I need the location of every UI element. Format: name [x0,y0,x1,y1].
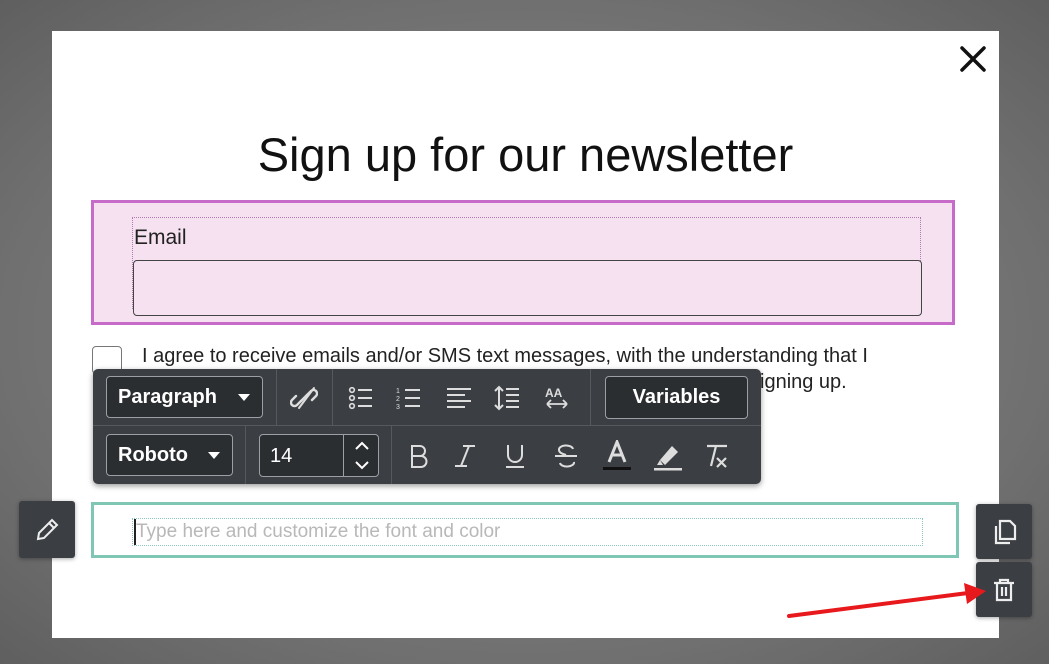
block-type-dropdown[interactable]: Paragraph [106,376,263,418]
chevron-down-icon [238,394,250,401]
font-size-value[interactable]: 14 [270,445,292,468]
svg-text:3: 3 [396,404,400,411]
toolbar-separator [245,425,246,484]
highlight-button[interactable] [650,438,686,474]
toolbar-separator [391,425,392,484]
font-size-stepper-buttons[interactable] [343,435,379,476]
bold-button[interactable] [400,438,436,474]
variables-button[interactable]: Variables [605,376,748,419]
numbered-list-button[interactable]: 1 2 3 [391,380,427,416]
font-size-stepper[interactable]: 14 [259,434,379,477]
duplicate-block-button[interactable] [976,504,1032,559]
underline-button[interactable] [497,438,533,474]
block-type-value: Paragraph [118,385,217,408]
bullet-list-button[interactable] [343,380,379,416]
trash-icon [994,578,1014,601]
duplicate-icon [994,519,1017,544]
align-left-button[interactable] [441,380,477,416]
email-label: Email [134,226,187,249]
clear-format-icon [707,444,727,468]
text-block[interactable]: Type here and customize the font and col… [91,502,959,558]
font-family-dropdown[interactable]: Roboto [106,434,233,476]
svg-text:AA: AA [545,386,563,400]
edit-block-button[interactable] [19,501,75,558]
strikethrough-button[interactable] [548,438,584,474]
consent-text-line-1: I agree to receive emails and/or SMS tex… [142,345,868,367]
svg-text:2: 2 [396,396,400,403]
text-format-toolbar: Paragraph 1 2 3 AA Variables Roboto 14 [93,369,761,484]
close-icon [960,46,986,72]
text-color-icon [603,440,631,470]
consent-text-line-2: igning up. [760,371,847,393]
letter-spacing-button[interactable]: AA [539,380,575,416]
line-height-button[interactable] [489,380,525,416]
line-height-icon [494,385,519,411]
clear-format-button[interactable] [698,438,734,474]
pencil-icon [36,518,59,540]
delete-block-button[interactable] [976,562,1032,617]
bullet-list-icon [348,386,372,410]
text-color-button[interactable] [599,438,635,474]
toolbar-separator [332,369,333,425]
italic-button[interactable] [447,438,483,474]
letter-spacing-icon: AA [545,386,568,409]
text-block-placeholder[interactable]: Type here and customize the font and col… [136,521,500,543]
page-title: Sign up for our newsletter [257,128,794,181]
toolbar-separator [276,369,277,425]
font-family-value: Roboto [118,443,188,466]
strikethrough-icon [555,444,577,468]
align-left-icon [447,388,471,408]
unlink-icon [290,387,318,409]
svg-text:1: 1 [396,388,400,395]
unlink-button[interactable] [286,380,322,416]
chevron-down-icon [208,452,220,459]
newsletter-modal: Sign up for our newsletter Email I agree… [52,31,999,638]
close-button[interactable] [955,41,991,77]
toolbar-divider [93,425,761,426]
email-input[interactable] [133,260,922,316]
bold-icon [411,445,428,468]
stepper-icon [355,441,369,470]
underline-icon [506,445,524,468]
numbered-list-icon: 1 2 3 [396,388,420,411]
email-form-block[interactable]: Email [91,200,955,325]
italic-icon [455,445,475,467]
highlight-icon [654,446,682,471]
toolbar-separator [590,369,591,425]
